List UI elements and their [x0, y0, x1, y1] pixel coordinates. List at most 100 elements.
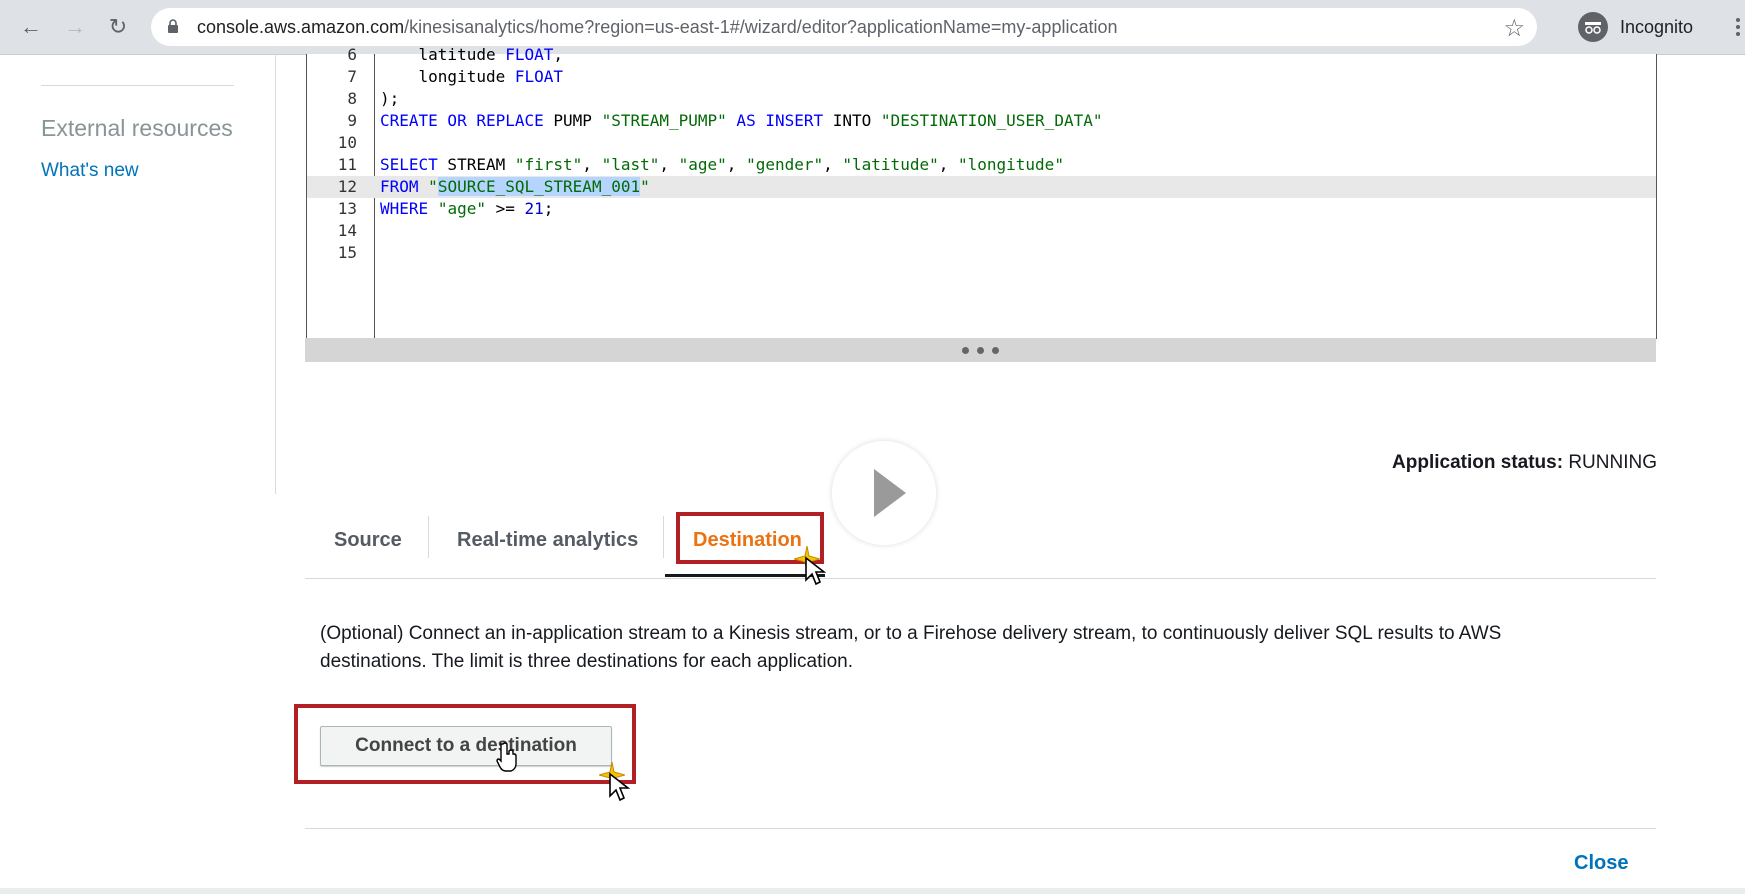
code-line[interactable]: 12 FROM "SOURCE_SQL_STREAM_001"	[307, 176, 1656, 198]
destination-description: (Optional) Connect an in-application str…	[320, 623, 1502, 672]
code-text: FROM "SOURCE_SQL_STREAM_001"	[380, 176, 650, 198]
code-token: FLOAT	[514, 67, 564, 86]
code-token: FLOAT	[505, 45, 554, 64]
tab-real-time-analytics[interactable]: Real-time analytics	[457, 522, 638, 558]
code-text: CREATE OR REPLACE PUMP "STREAM_PUMP" AS …	[380, 110, 1102, 132]
code-token: longitude	[380, 67, 515, 86]
line-number: 14	[337, 221, 357, 240]
hand-pointer-icon	[496, 742, 517, 772]
code-token: ,	[938, 155, 958, 174]
sidebar-heading: External resources	[41, 115, 233, 141]
incognito-icon	[1578, 12, 1608, 42]
code-line[interactable]: 15	[307, 242, 1656, 264]
code-text: );	[380, 88, 399, 110]
code-token: "first"	[514, 155, 583, 174]
lock-icon	[168, 19, 178, 33]
sidebar-border	[275, 54, 276, 494]
sidebar-link-whats-new[interactable]: What's new	[41, 160, 139, 182]
code-token: ,	[726, 155, 747, 174]
active-tab-indicator	[665, 574, 825, 577]
line-number: 13	[337, 199, 357, 218]
address-bar[interactable]: console.aws.amazon.com/kinesisanalytics/…	[151, 8, 1537, 46]
code-token: SELECT	[380, 155, 438, 174]
code-token: STREAM	[437, 155, 515, 174]
code-lines: 6 latitude FLOAT, 7 longitude FLOAT 8); 9 CR…	[307, 44, 1656, 264]
code-token: 21	[524, 199, 544, 218]
code-token: "	[428, 177, 438, 196]
bottom-strip	[0, 888, 1745, 894]
line-number: 12	[337, 177, 357, 196]
code-token: "gender"	[746, 155, 824, 174]
tab-source[interactable]: Source	[334, 522, 402, 558]
tab-separator	[428, 516, 429, 558]
incognito-indicator[interactable]: Incognito	[1578, 8, 1728, 46]
code-text: longitude FLOAT	[380, 66, 564, 88]
application-status: Application status: RUNNING	[1392, 452, 1657, 474]
code-token: "age"	[437, 199, 486, 218]
code-token: latitude	[380, 45, 506, 64]
sql-editor[interactable]: 6 latitude FLOAT, 7 longitude FLOAT 8); 9 CR…	[306, 45, 1657, 339]
mouse-pointer-icon	[805, 556, 826, 586]
code-token: "DESTINATION_USER_DATA"	[880, 111, 1103, 130]
close-link[interactable]: Close	[1574, 852, 1628, 875]
bookmark-star-icon[interactable]: ☆	[1503, 14, 1525, 43]
footer-divider	[305, 828, 1656, 829]
code-token: WHERE	[380, 199, 429, 218]
line-number: 11	[337, 155, 357, 174]
line-number: 7	[347, 67, 357, 86]
code-line[interactable]: 13 WHERE "age" >= 21;	[307, 198, 1656, 220]
status-value: RUNNING	[1568, 452, 1657, 473]
code-token: PUMP	[543, 111, 602, 130]
incognito-label: Incognito	[1620, 16, 1694, 37]
tab-separator	[663, 516, 664, 558]
code-token: "longitude"	[957, 155, 1064, 174]
code-text: WHERE "age" >= 21;	[380, 198, 553, 220]
code-token: "age"	[678, 155, 727, 174]
code-token: ,	[823, 155, 843, 174]
code-token: "STREAM_PUMP"	[601, 111, 727, 130]
reload-icon[interactable]: ↻	[103, 12, 133, 42]
code-token: ,	[553, 45, 564, 64]
code-token: >=	[485, 199, 525, 218]
line-number: 6	[347, 45, 357, 64]
code-text: SELECT STREAM "first", "last", "age", "g…	[380, 154, 1064, 176]
video-play-icon[interactable]	[832, 441, 936, 545]
tab-destination[interactable]: Destination	[693, 522, 802, 558]
line-number: 10	[337, 133, 357, 152]
code-token: FROM	[380, 177, 419, 196]
status-label: Application status:	[1392, 452, 1564, 473]
code-token: SOURCE_SQL_STREAM_001	[437, 177, 641, 196]
code-line[interactable]: 6 latitude FLOAT,	[307, 44, 1656, 66]
code-line[interactable]: 14	[307, 220, 1656, 242]
code-token: "last"	[601, 155, 660, 174]
line-number: 9	[347, 111, 357, 130]
back-arrow-icon[interactable]: ←	[16, 12, 46, 42]
code-text: latitude FLOAT,	[380, 44, 564, 66]
mouse-pointer-icon	[609, 772, 630, 802]
sidebar-divider	[41, 85, 234, 86]
code-line[interactable]: 9 CREATE OR REPLACE PUMP "STREAM_PUMP" AS…	[307, 110, 1656, 132]
code-token: );	[380, 89, 400, 108]
code-token: ,	[582, 155, 602, 174]
code-token: AS INSERT	[726, 111, 824, 130]
code-line[interactable]: 11 SELECT STREAM "first", "last", "age", …	[307, 154, 1656, 176]
code-line[interactable]: 8);	[307, 88, 1656, 110]
line-number: 8	[347, 89, 357, 108]
forward-arrow-icon[interactable]: →	[60, 12, 90, 42]
code-token: INTO	[823, 111, 881, 130]
line-number: 15	[337, 243, 357, 262]
connect-to-destination-button[interactable]: Connect to a destination	[320, 726, 612, 766]
url-text: console.aws.amazon.com/kinesisanalytics/…	[197, 17, 1118, 37]
browser-menu-icon[interactable]	[1736, 18, 1740, 38]
code-token: ;	[543, 199, 554, 218]
code-token: CREATE OR REPLACE	[380, 111, 544, 130]
code-token: ,	[659, 155, 679, 174]
code-token: "latitude"	[842, 155, 939, 174]
code-line[interactable]: 7 longitude FLOAT	[307, 66, 1656, 88]
tabs-divider	[305, 578, 1656, 579]
code-token: "	[640, 177, 650, 196]
editor-resize-handle[interactable]	[305, 338, 1656, 362]
code-line[interactable]: 10	[307, 132, 1656, 154]
